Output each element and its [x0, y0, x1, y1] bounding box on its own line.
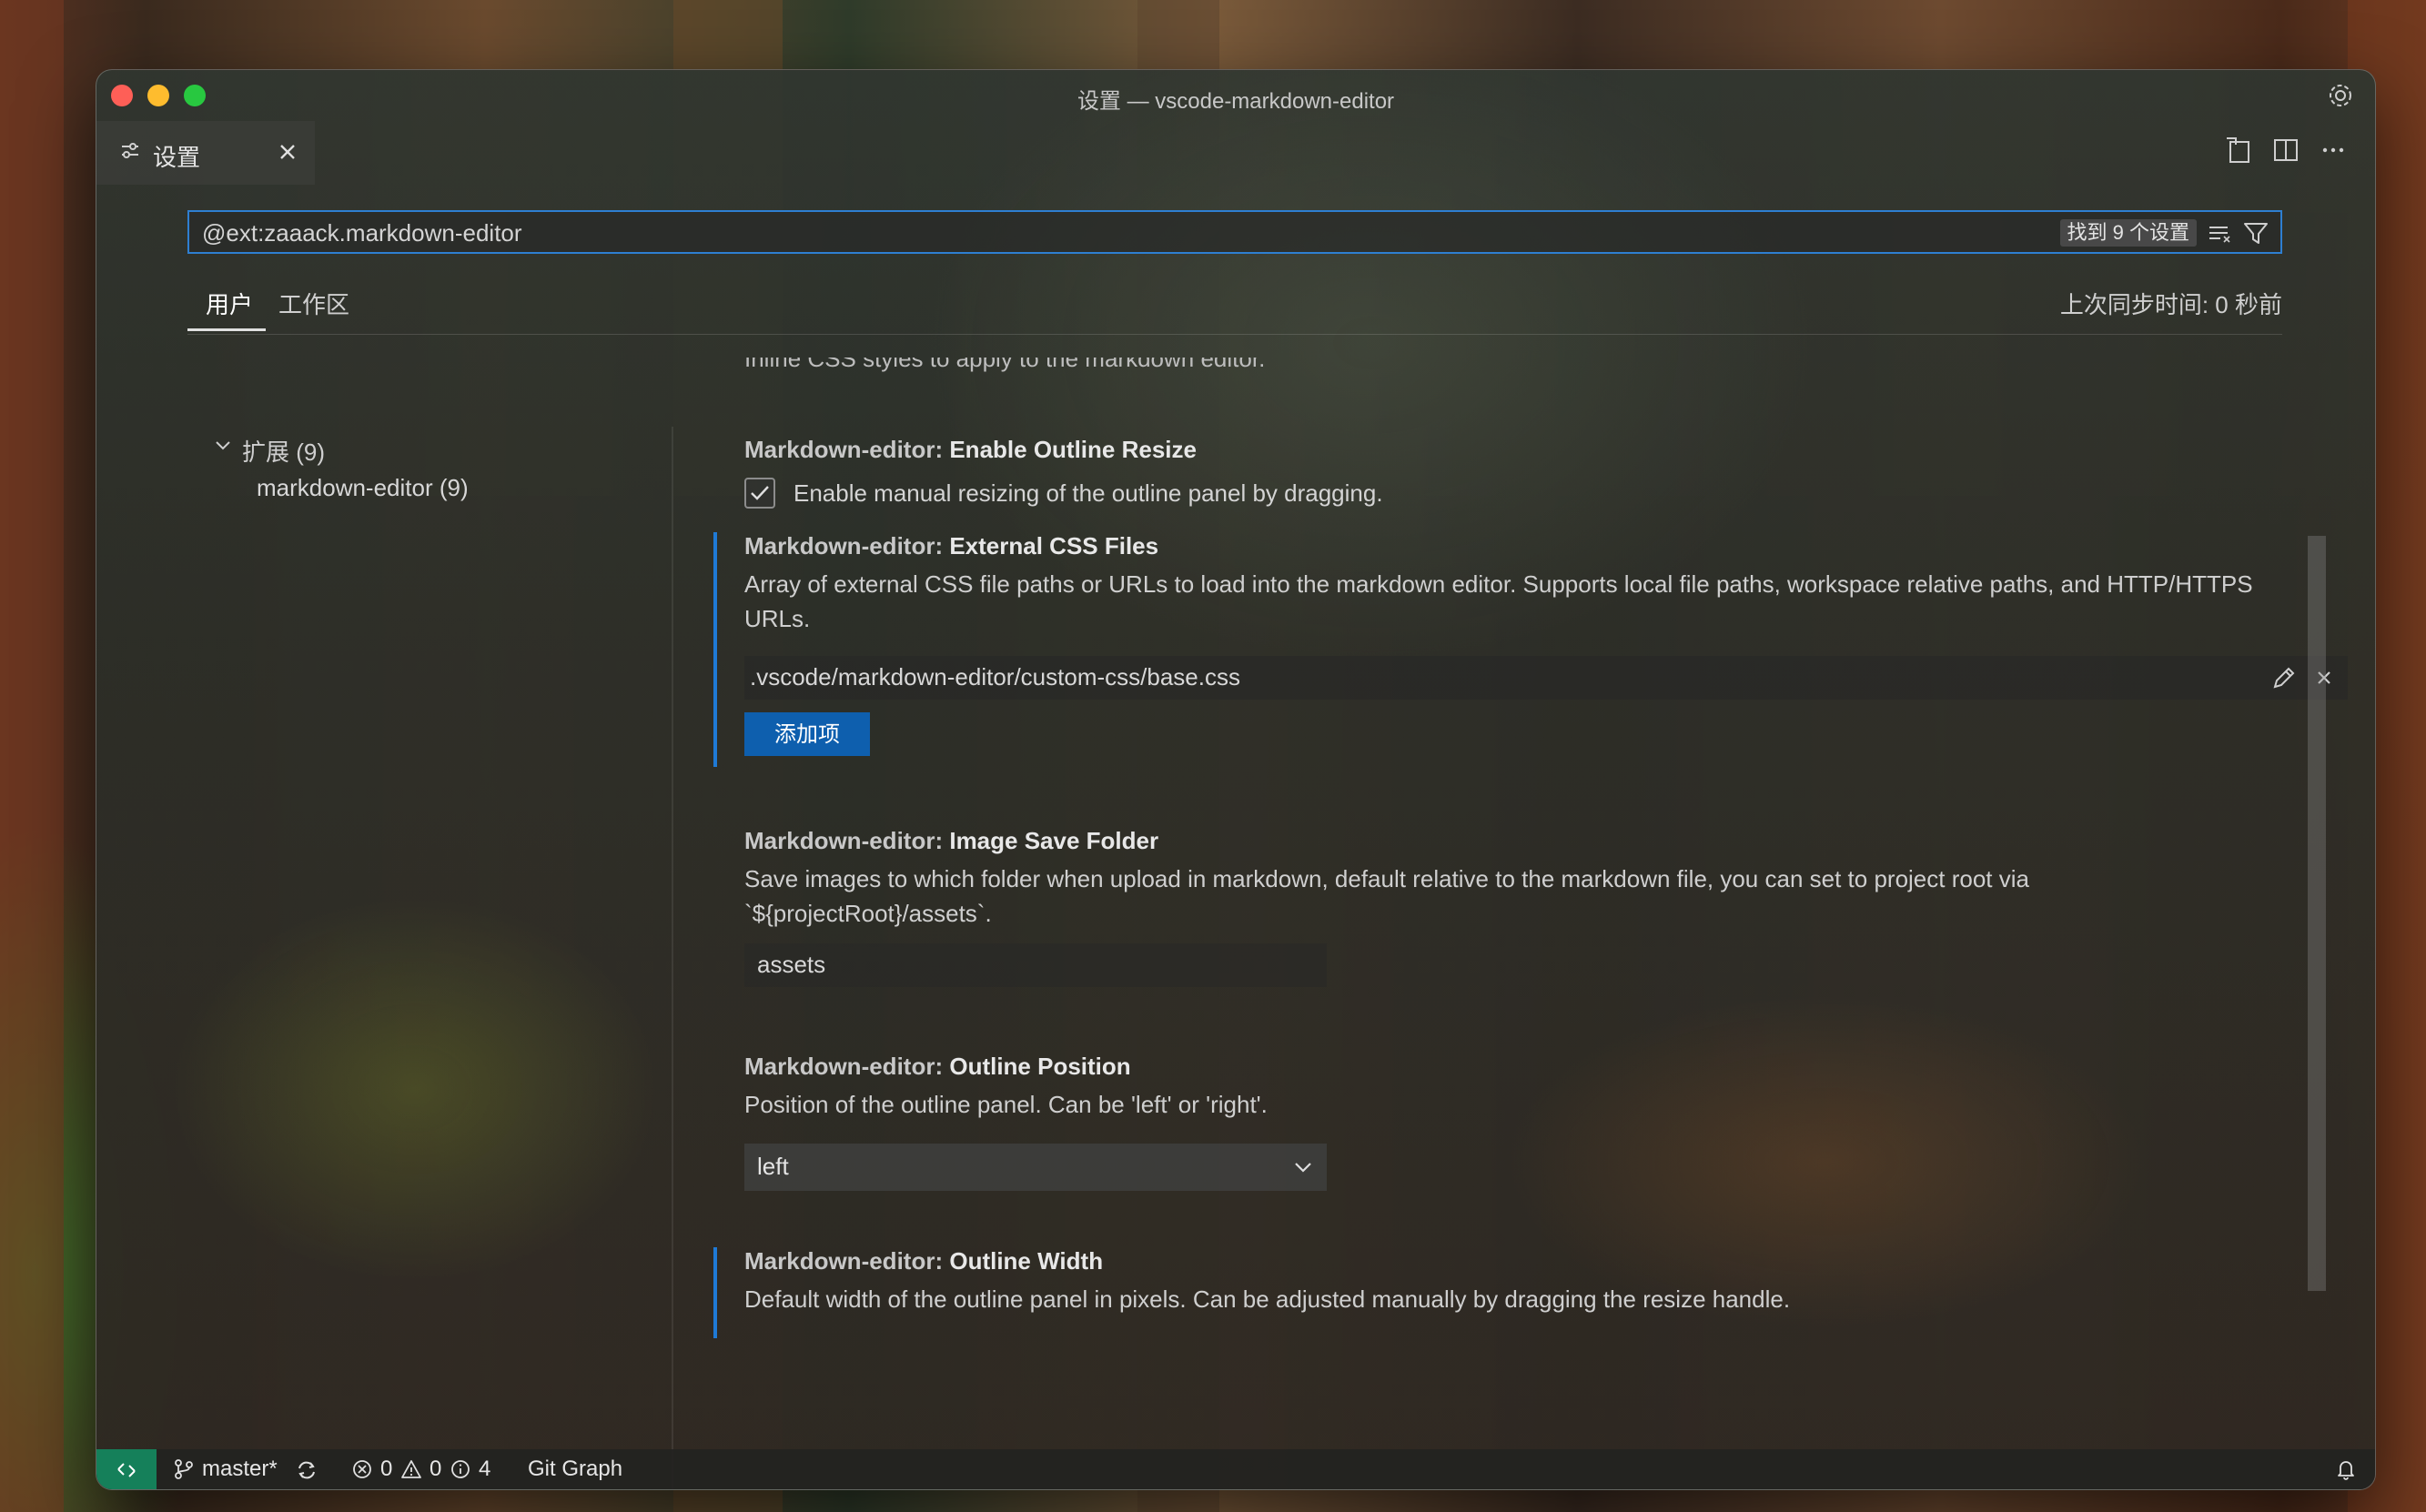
setting-name: External CSS Files [949, 532, 1159, 559]
error-count[interactable]: 0 [380, 1457, 392, 1482]
setting-title: Markdown-editor: Outline Position [744, 1053, 1131, 1081]
setting-enable-outline-resize: Markdown-editor: Enable Outline Resize E… [728, 436, 2339, 509]
chevron-down-icon [1292, 1156, 1314, 1178]
info-icon [450, 1458, 471, 1480]
editor-tab-bar: 设置 [96, 121, 2375, 185]
bell-icon[interactable] [2335, 1458, 2357, 1480]
active-tab-indicator [187, 328, 266, 331]
info-count[interactable]: 4 [479, 1457, 490, 1482]
modified-indicator [713, 1247, 717, 1338]
settings-search: 找到 9 个设置 [187, 210, 2282, 254]
filter-icon[interactable] [2242, 219, 2269, 247]
modified-indicator [713, 532, 717, 767]
gear-icon[interactable] [2326, 81, 2355, 110]
input-value: assets [757, 951, 826, 978]
settings-toc: 扩展 (9) markdown-editor (9) [187, 343, 677, 1489]
split-editor-icon[interactable] [2269, 134, 2302, 166]
tab-settings[interactable]: 设置 [96, 121, 315, 185]
add-item-button[interactable]: 添加项 [744, 712, 870, 756]
setting-category: Markdown-editor: [744, 532, 944, 559]
toc-divider [672, 427, 673, 1489]
warning-count[interactable]: 0 [430, 1457, 441, 1482]
close-icon[interactable] [275, 139, 300, 165]
setting-name: Outline Width [949, 1247, 1104, 1275]
setting-name: Image Save Folder [949, 827, 1159, 854]
settings-scope-tabs: 用户 工作区 上次同步时间: 0 秒前 [187, 279, 2282, 335]
list-item[interactable]: .vscode/markdown-editor/custom-css/base.… [744, 656, 2348, 700]
setting-title: Markdown-editor: Image Save Folder [744, 827, 1158, 855]
setting-description: Position of the outline panel. Can be 'l… [744, 1091, 1268, 1118]
window-title: 设置 — vscode-markdown-editor [1077, 89, 1395, 114]
outline-resize-checkbox[interactable] [744, 478, 775, 509]
setting-outline-position: Markdown-editor: Outline Position Positi… [728, 1053, 2339, 1207]
open-json-icon[interactable] [2222, 134, 2255, 166]
more-actions-icon[interactable] [2317, 134, 2350, 166]
sync-icon[interactable] [295, 1458, 317, 1480]
title-bar: 设置 — vscode-markdown-editor [96, 70, 2375, 121]
setting-image-save-folder: Markdown-editor: Image Save Folder Save … [728, 827, 2339, 991]
setting-title: Markdown-editor: Outline Width [744, 1247, 1103, 1275]
setting-category: Markdown-editor: [744, 827, 944, 854]
pencil-icon[interactable] [2271, 665, 2297, 690]
editor-actions [2222, 134, 2350, 170]
setting-title: Markdown-editor: External CSS Files [744, 532, 1158, 560]
settings-list: Inline CSS styles to apply to the markdo… [679, 358, 2358, 1489]
status-bar: master* 0 0 4 Git Graph [96, 1449, 2375, 1489]
setting-category: Markdown-editor: [744, 1247, 944, 1275]
chevron-down-icon[interactable] [213, 436, 233, 456]
toc-item-markdown-editor[interactable]: markdown-editor (9) [257, 474, 469, 502]
setting-description: Default width of the outline panel in pi… [744, 1285, 1791, 1313]
cut-off-description: Inline CSS styles to apply to the markdo… [744, 358, 1266, 372]
branch-icon [173, 1458, 195, 1480]
setting-name: Enable Outline Resize [949, 436, 1197, 463]
vscode-window: 设置 — vscode-markdown-editor 设置 @ext:zaaa… [96, 69, 2376, 1490]
search-result-count: 找到 9 个设置 [2059, 219, 2197, 247]
tab-workspace[interactable]: 工作区 [278, 287, 349, 320]
tab-label: 设置 [153, 144, 201, 171]
git-branch[interactable]: master* [202, 1457, 278, 1482]
settings-scrollbar[interactable] [2308, 536, 2326, 1291]
select-value: left [757, 1153, 789, 1180]
background-tree [0, 0, 64, 1512]
list-item-value: .vscode/markdown-editor/custom-css/base.… [750, 663, 1240, 690]
setting-title: Markdown-editor: Enable Outline Resize [744, 436, 1197, 464]
toc-group-extensions[interactable]: 扩展 (9) [242, 434, 325, 468]
setting-category: Markdown-editor: [744, 436, 944, 463]
checkbox-label: Enable manual resizing of the outline pa… [794, 479, 1383, 507]
setting-category: Markdown-editor: [744, 1053, 944, 1080]
setting-description: Array of external CSS file paths or URLs… [744, 570, 2253, 632]
error-icon [351, 1458, 373, 1480]
setting-outline-width: Markdown-editor: Outline Width Default w… [713, 1247, 2339, 1338]
outline-position-select[interactable]: left [744, 1144, 1327, 1191]
setting-description: Save images to which folder when upload … [744, 865, 2029, 927]
setting-external-css-files: Markdown-editor: External CSS Files Arra… [713, 532, 2348, 767]
image-save-folder-input[interactable]: assets [744, 943, 1327, 987]
setting-name: Outline Position [949, 1053, 1131, 1080]
git-graph-button[interactable]: Git Graph [528, 1457, 622, 1482]
clear-filter-icon[interactable] [2206, 219, 2233, 247]
search-input[interactable] [200, 212, 1933, 254]
warning-icon [400, 1458, 422, 1480]
sync-status: 上次同步时间: 0 秒前 [2059, 291, 2282, 318]
tab-user[interactable]: 用户 [206, 287, 253, 320]
settings-tab-icon [120, 141, 140, 161]
remote-icon[interactable] [96, 1449, 157, 1489]
